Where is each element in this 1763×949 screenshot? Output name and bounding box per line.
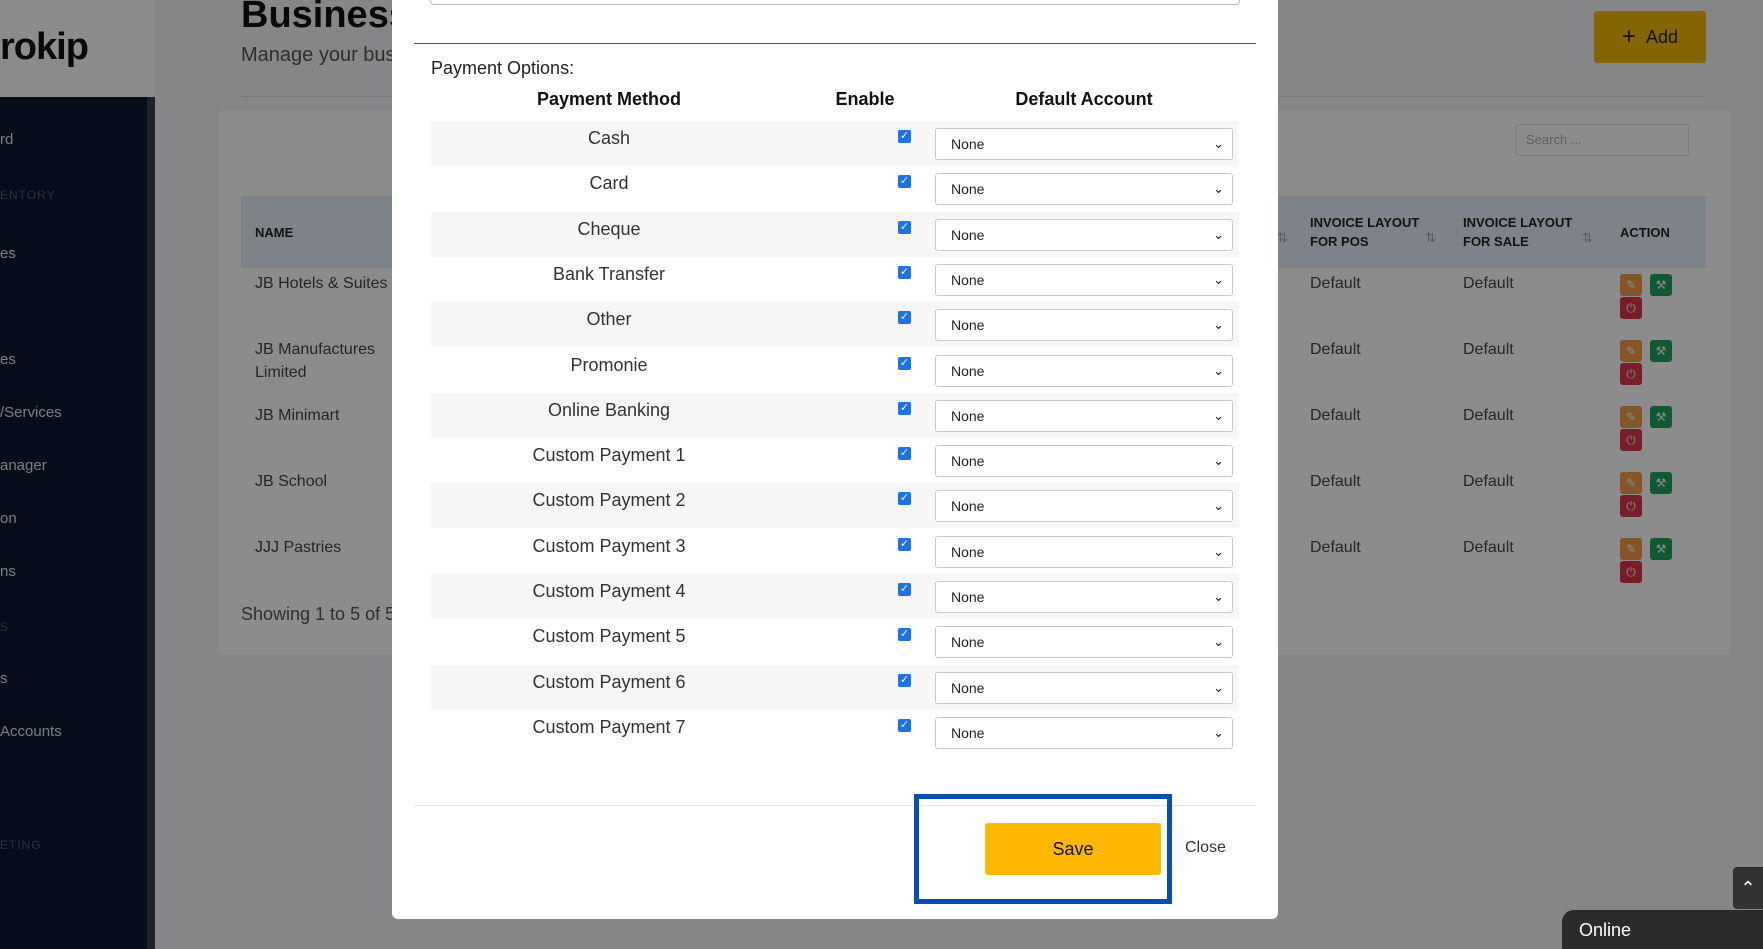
chevron-down-icon: ⌄ xyxy=(1213,453,1224,468)
modal-divider xyxy=(414,43,1256,44)
payment-method-row: Bank Transfer ✓ None ⌄ xyxy=(431,257,1239,302)
default-account-value: None xyxy=(951,181,985,197)
default-account-value: None xyxy=(951,680,985,696)
payment-method-name: Online Banking xyxy=(547,400,671,420)
default-account-select[interactable]: None ⌄ xyxy=(935,355,1233,387)
payment-method-row: Custom Payment 2 ✓ None ⌄ xyxy=(431,483,1239,528)
chevron-down-icon: ⌄ xyxy=(1213,498,1224,513)
default-account-value: None xyxy=(951,136,985,152)
enable-checkbox[interactable]: ✓ xyxy=(898,447,911,460)
chevron-down-icon: ⌄ xyxy=(1213,181,1224,196)
payment-method-name: Custom Payment 6 xyxy=(532,672,686,692)
app-root: rokip rd ENTORY es es/Services anager on ns Ss … xyxy=(0,0,1763,949)
chevron-down-icon: ⌄ xyxy=(1213,725,1224,740)
chevron-up-icon: ⌃ xyxy=(1740,877,1756,898)
payment-method-name: Custom Payment 5 xyxy=(532,626,686,646)
default-account-select[interactable]: None ⌄ xyxy=(935,445,1233,477)
payment-method-name: Cheque xyxy=(577,219,641,239)
col-header-default-account: Default Account xyxy=(1015,89,1153,109)
chevron-down-icon: ⌄ xyxy=(1213,680,1224,695)
chevron-down-icon: ⌄ xyxy=(1213,634,1224,649)
payment-method-name: Promonie xyxy=(570,355,648,375)
enable-checkbox[interactable]: ✓ xyxy=(898,221,911,234)
enable-checkbox[interactable]: ✓ xyxy=(898,628,911,641)
default-account-value: None xyxy=(951,589,985,605)
default-account-select[interactable]: None ⌄ xyxy=(935,128,1233,160)
payment-method-row: Online Banking ✓ None ⌄ xyxy=(431,393,1239,438)
default-account-select[interactable]: None ⌄ xyxy=(935,173,1233,205)
enable-checkbox[interactable]: ✓ xyxy=(898,719,911,732)
payment-method-row: Card ✓ None ⌄ xyxy=(431,166,1239,211)
default-account-value: None xyxy=(951,227,985,243)
enable-checkbox[interactable]: ✓ xyxy=(898,311,911,324)
payment-method-row: Other ✓ None ⌄ xyxy=(431,302,1239,347)
chevron-down-icon: ⌄ xyxy=(1213,136,1224,151)
default-account-select[interactable]: None ⌄ xyxy=(935,219,1233,251)
chevron-down-icon: ⌄ xyxy=(1213,227,1224,242)
payment-method-row: Custom Payment 4 ✓ None ⌄ xyxy=(431,574,1239,619)
chevron-down-icon: ⌄ xyxy=(1213,408,1224,423)
chevron-down-icon: ⌄ xyxy=(1213,589,1224,604)
default-account-value: None xyxy=(951,408,985,424)
payment-method-name: Custom Payment 4 xyxy=(532,581,686,601)
payment-options-label: Payment Options: xyxy=(431,58,575,78)
default-account-select[interactable]: None ⌄ xyxy=(935,536,1233,568)
payment-method-name: Custom Payment 7 xyxy=(532,717,686,737)
default-account-select[interactable]: None ⌄ xyxy=(935,309,1233,341)
enable-checkbox[interactable]: ✓ xyxy=(898,402,911,415)
default-account-value: None xyxy=(951,453,985,469)
payment-method-name: Custom Payment 2 xyxy=(532,490,686,510)
save-button-highlight xyxy=(914,794,1172,904)
payment-method-row: Cash ✓ None ⌄ xyxy=(431,121,1239,166)
scroll-to-top-button[interactable]: ⌃ xyxy=(1733,867,1763,909)
payment-method-row: Custom Payment 3 ✓ None ⌄ xyxy=(431,529,1239,574)
enable-checkbox[interactable]: ✓ xyxy=(898,538,911,551)
chat-status-widget[interactable]: Online xyxy=(1562,910,1763,949)
default-account-select[interactable]: None ⌄ xyxy=(935,626,1233,658)
payment-method-name: Bank Transfer xyxy=(552,264,666,284)
enable-checkbox[interactable]: ✓ xyxy=(898,357,911,370)
col-header-payment-method: Payment Method xyxy=(536,89,682,109)
default-account-select[interactable]: None ⌄ xyxy=(935,400,1233,432)
modal-top-input[interactable] xyxy=(430,0,1240,5)
default-account-select[interactable]: None ⌄ xyxy=(935,581,1233,613)
close-button[interactable]: Close xyxy=(1185,828,1226,868)
payment-method-name: Custom Payment 1 xyxy=(532,445,686,465)
payment-method-name: Custom Payment 3 xyxy=(532,536,686,556)
default-account-value: None xyxy=(951,634,985,650)
payment-method-row: Custom Payment 7 ✓ None ⌄ xyxy=(431,710,1239,755)
chevron-down-icon: ⌄ xyxy=(1213,544,1224,559)
chevron-down-icon: ⌄ xyxy=(1213,317,1224,332)
enable-checkbox[interactable]: ✓ xyxy=(898,175,911,188)
enable-checkbox[interactable]: ✓ xyxy=(898,674,911,687)
col-header-enable: Enable xyxy=(835,89,895,109)
default-account-select[interactable]: None ⌄ xyxy=(935,717,1233,749)
default-account-select[interactable]: None ⌄ xyxy=(935,672,1233,704)
payment-options-modal: Payment Options: Payment Method Enable D… xyxy=(392,0,1278,919)
payment-method-row: Cheque ✓ None ⌄ xyxy=(431,212,1239,257)
default-account-select[interactable]: None ⌄ xyxy=(935,264,1233,296)
default-account-value: None xyxy=(951,544,985,560)
payment-method-row: Custom Payment 6 ✓ None ⌄ xyxy=(431,665,1239,710)
enable-checkbox[interactable]: ✓ xyxy=(898,266,911,279)
default-account-value: None xyxy=(951,725,985,741)
default-account-value: None xyxy=(951,363,985,379)
chevron-down-icon: ⌄ xyxy=(1213,363,1224,378)
enable-checkbox[interactable]: ✓ xyxy=(898,130,911,143)
payment-method-name: Cash xyxy=(587,128,631,148)
payment-method-row: Promonie ✓ None ⌄ xyxy=(431,348,1239,393)
payment-method-name: Card xyxy=(589,173,629,193)
payment-method-row: Custom Payment 5 ✓ None ⌄ xyxy=(431,619,1239,664)
default-account-select[interactable]: None ⌄ xyxy=(935,490,1233,522)
enable-checkbox[interactable]: ✓ xyxy=(898,583,911,596)
default-account-value: None xyxy=(951,272,985,288)
payment-method-name: Other xyxy=(586,309,632,329)
payment-method-row: Custom Payment 1 ✓ None ⌄ xyxy=(431,438,1239,483)
enable-checkbox[interactable]: ✓ xyxy=(898,492,911,505)
chevron-down-icon: ⌄ xyxy=(1213,272,1224,287)
default-account-value: None xyxy=(951,317,985,333)
default-account-value: None xyxy=(951,498,985,514)
